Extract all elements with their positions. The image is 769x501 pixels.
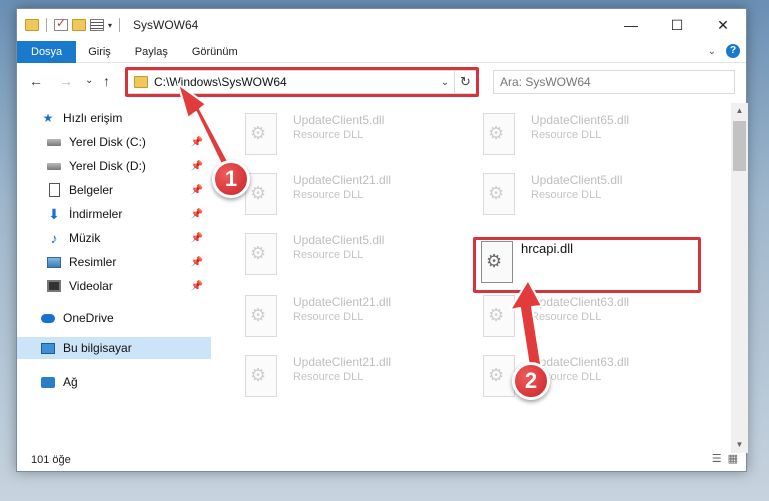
arrow-to-file xyxy=(509,279,543,373)
step-badge-1: 1 xyxy=(212,160,250,198)
arrow-to-address xyxy=(177,83,231,171)
step-badge-2: 2 xyxy=(512,362,550,400)
annotation-arrows xyxy=(177,83,543,373)
